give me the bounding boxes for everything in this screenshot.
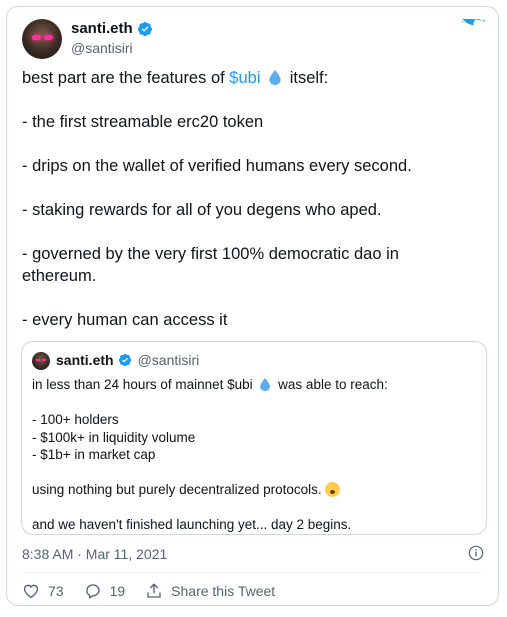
like-count: 73 [48, 583, 64, 599]
quoted-list-item: - 100+ holders [32, 412, 119, 427]
timestamp[interactable]: 8:38 AM · Mar 11, 2021 [22, 546, 167, 562]
verified-icon [118, 353, 131, 367]
share-label: Share this Tweet [171, 583, 276, 599]
info-icon[interactable] [468, 545, 484, 561]
action-bar: 73 19 Share this Tweet [22, 582, 295, 600]
water-drop-icon [269, 70, 281, 85]
quoted-author-name: santi.eth [56, 352, 114, 368]
heart-icon [23, 584, 39, 599]
tweet-card: santi.eth @santisiri best part are the f… [6, 6, 499, 606]
reply-button[interactable]: 19 [84, 582, 126, 600]
tweet-item-5: - every human can access it [22, 311, 228, 329]
quoted-line-last: and we haven't finished launching yet...… [32, 517, 352, 532]
author-name-row[interactable]: santi.eth [71, 20, 153, 37]
quoted-avatar [32, 352, 50, 370]
author-name[interactable]: santi.eth [71, 20, 133, 37]
share-button[interactable]: Share this Tweet [145, 582, 275, 600]
quoted-text: in less than 24 hours of mainnet $ubi wa… [32, 376, 478, 534]
exploding-head-emoji [325, 482, 341, 497]
reply-count: 19 [109, 583, 126, 599]
tweet-line-1: best part are the features of $ubi itsel… [22, 69, 329, 87]
divider [22, 572, 483, 573]
quoted-author-handle: @santisiri [137, 352, 200, 368]
quoted-list-item: - $100k+ in liquidity volume [32, 429, 196, 445]
quoted-line-protocols: using nothing but purely decentralized p… [32, 481, 478, 499]
share-icon [147, 583, 161, 598]
author-handle[interactable]: @santisiri [71, 40, 133, 56]
tweet-item-3: - staking rewards for all of you degens … [22, 201, 382, 219]
reply-icon [85, 584, 100, 599]
like-button[interactable]: 73 [22, 582, 64, 600]
tweet-item-1: - the first streamable erc20 token [22, 113, 264, 131]
avatar[interactable] [22, 19, 62, 59]
tweet-item-4: - governed by the very first 100% democr… [22, 245, 399, 285]
quoted-tweet[interactable]: santi.eth @santisiri in less than 24 hou… [21, 341, 487, 535]
tweet-body: best part are the features of $ubi itsel… [22, 67, 482, 353]
tweet-item-2: - drips on the wallet of verified humans… [22, 157, 412, 175]
water-drop-icon [260, 378, 271, 391]
verified-icon [137, 21, 152, 36]
quoted-list-item: - $1b+ in market cap [32, 447, 156, 462]
quoted-author-row: santi.eth @santisiri [56, 352, 199, 368]
twitter-bird-icon[interactable] [462, 19, 486, 39]
quoted-line-1: in less than 24 hours of mainnet $ubi wa… [32, 377, 388, 392]
ubi-cashtag-link[interactable]: $ubi [229, 69, 260, 87]
